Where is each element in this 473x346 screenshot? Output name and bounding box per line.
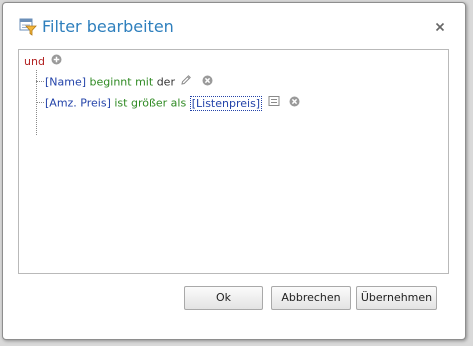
close-icon[interactable] (433, 19, 447, 33)
filter-condition-row: [Amz. Preis] ist größer als [Listenpreis… (45, 95, 300, 111)
remove-condition-icon[interactable] (202, 75, 213, 91)
cancel-button[interactable]: Abbrechen (271, 286, 351, 310)
condition-value[interactable]: [Listenpreis] (189, 95, 263, 111)
filter-editor-area: und [Name] beginnt mit der [Amz. Preis] … (18, 49, 449, 274)
ok-button[interactable]: Ok (184, 286, 263, 310)
filter-dialog: Filter bearbeiten und [Name] beginnt mit… (2, 2, 466, 340)
filter-condition-row: [Name] beginnt mit der (45, 74, 213, 90)
apply-button[interactable]: Übernehmen (356, 286, 437, 310)
remove-condition-icon[interactable] (289, 96, 300, 112)
tree-connector (36, 81, 44, 82)
condition-value[interactable]: der (157, 76, 175, 89)
filter-group-row: und (24, 54, 62, 70)
condition-operator[interactable]: beginnt mit (90, 76, 154, 89)
dialog-title: Filter bearbeiten (42, 17, 174, 36)
tree-connector (36, 102, 44, 103)
group-operator[interactable]: und (24, 55, 45, 68)
condition-operator[interactable]: ist größer als (114, 97, 186, 110)
condition-field[interactable]: [Amz. Preis] (45, 97, 111, 110)
pencil-icon[interactable] (180, 74, 192, 91)
condition-field[interactable]: [Name] (45, 76, 86, 89)
add-condition-icon[interactable] (51, 54, 62, 70)
field-value-icon[interactable] (268, 95, 280, 112)
filter-edit-icon (19, 18, 37, 36)
